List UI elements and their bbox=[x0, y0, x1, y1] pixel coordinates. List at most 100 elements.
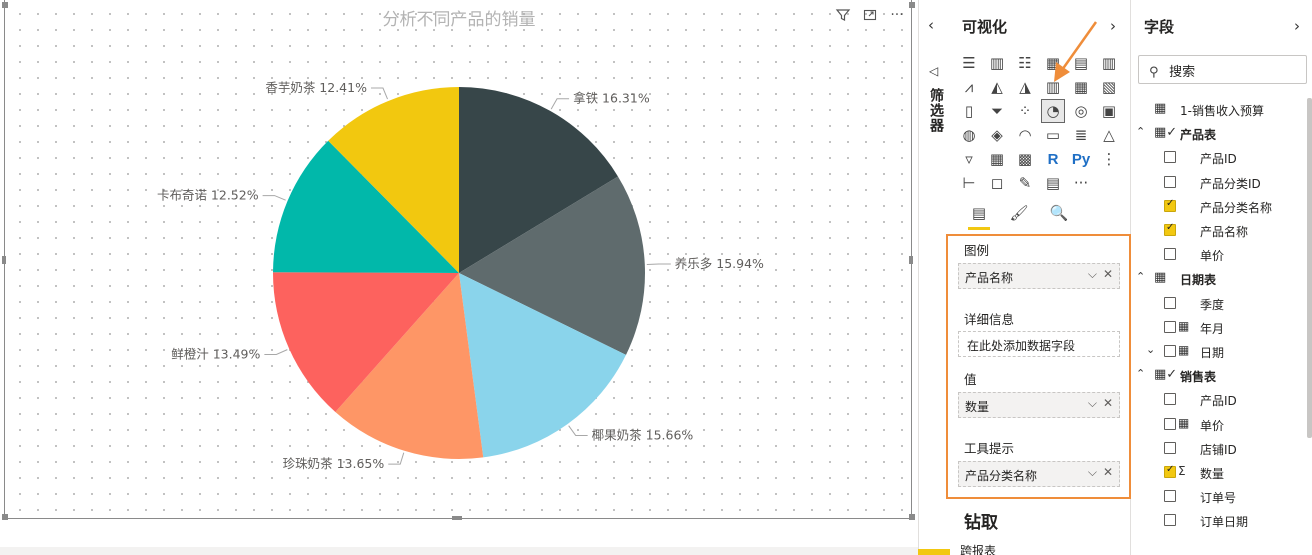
field-checkbox[interactable] bbox=[1164, 417, 1176, 430]
field-checkbox[interactable] bbox=[1164, 151, 1176, 164]
field-checkbox[interactable] bbox=[1164, 514, 1176, 527]
field-item[interactable]: 产品名称 bbox=[1132, 220, 1304, 242]
chevron-up-icon[interactable]: ⌃ bbox=[1136, 125, 1148, 138]
chevron-down-icon[interactable]: ⌵ bbox=[1088, 396, 1097, 411]
filters-label[interactable]: 筛选器 bbox=[926, 88, 946, 133]
field-item[interactable]: ⌄ ▦ 日期 bbox=[1132, 341, 1304, 363]
resize-handle-left[interactable] bbox=[2, 256, 6, 264]
table-node[interactable]: ⌃ ▦✓ 产品表 bbox=[1132, 123, 1304, 145]
field-checkbox[interactable] bbox=[1164, 222, 1176, 236]
pie-chart-icon[interactable]: ◔ bbox=[1041, 99, 1065, 123]
field-name: 年月 bbox=[1200, 321, 1225, 336]
chevron-up-icon[interactable]: ⌃ bbox=[1136, 367, 1148, 380]
fields-scrollbar[interactable] bbox=[1307, 98, 1312, 438]
field-name: 店铺ID bbox=[1200, 442, 1237, 457]
field-item[interactable]: 产品分类名称 bbox=[1132, 196, 1304, 218]
values-well-field[interactable]: 数量 ⌵ ✕ bbox=[958, 392, 1120, 418]
matrix-icon[interactable]: ▩ bbox=[1014, 148, 1036, 170]
table-node[interactable]: ⌃ ▦✓ 销售表 bbox=[1132, 365, 1304, 387]
field-checkbox[interactable] bbox=[1164, 248, 1176, 261]
chevron-down-icon[interactable]: ⌄ bbox=[1146, 343, 1158, 356]
field-checkbox[interactable] bbox=[1164, 175, 1176, 188]
field-item[interactable]: 产品分类ID bbox=[1132, 172, 1304, 194]
collapse-chevron-icon[interactable]: ‹ bbox=[928, 16, 934, 34]
field-checkbox[interactable] bbox=[1164, 464, 1176, 478]
field-item[interactable]: 产品ID bbox=[1132, 147, 1304, 169]
remove-field-icon[interactable]: ✕ bbox=[1103, 465, 1113, 479]
scatter-icon[interactable]: ⁘ bbox=[1014, 100, 1036, 122]
decomposition-tree-icon[interactable]: ⊢ bbox=[958, 172, 980, 194]
field-item[interactable]: 单价 bbox=[1132, 244, 1304, 266]
legend-well-field[interactable]: 产品名称 ⌵ ✕ bbox=[958, 263, 1120, 289]
chevron-down-icon[interactable]: ⌵ bbox=[1088, 465, 1097, 480]
chevron-right-icon[interactable]: › bbox=[1294, 17, 1300, 35]
r-visual-icon[interactable]: R bbox=[1042, 148, 1064, 170]
details-well-label: 详细信息 bbox=[964, 312, 1015, 327]
field-checkbox[interactable] bbox=[1164, 345, 1176, 357]
chevron-down-icon[interactable]: ⌵ bbox=[1088, 267, 1097, 282]
python-visual-icon[interactable]: Py bbox=[1070, 148, 1092, 170]
field-item[interactable]: ▦ 年月 bbox=[1132, 317, 1304, 339]
donut-chart-icon[interactable]: ◎ bbox=[1070, 100, 1092, 122]
resize-handle-top-right[interactable] bbox=[909, 2, 915, 8]
treemap-icon[interactable]: ▣ bbox=[1098, 100, 1120, 122]
field-name: 日期 bbox=[1200, 346, 1225, 360]
fields-tab-icon[interactable]: ▤ bbox=[968, 202, 990, 230]
remove-field-icon[interactable]: ✕ bbox=[1103, 267, 1113, 281]
qa-icon[interactable]: ◻ bbox=[986, 172, 1008, 194]
resize-handle-top-left[interactable] bbox=[2, 2, 8, 8]
analytics-tab-icon[interactable]: 🔍 bbox=[1048, 202, 1070, 224]
field-item[interactable]: 订单号 bbox=[1132, 486, 1304, 508]
map-icon[interactable]: ◍ bbox=[958, 124, 980, 146]
resize-handle-right[interactable] bbox=[909, 256, 913, 264]
field-name: 季度 bbox=[1200, 297, 1225, 312]
field-item[interactable]: 店铺ID bbox=[1132, 438, 1304, 460]
resize-handle-bottom-right[interactable] bbox=[909, 514, 915, 520]
field-item[interactable]: 季度 bbox=[1132, 293, 1304, 315]
table-node[interactable]: ⌃ ▦ 日期表 bbox=[1132, 268, 1304, 290]
key-influencers-icon[interactable]: ⋮ bbox=[1098, 148, 1120, 170]
more-visuals-icon[interactable]: ··· bbox=[1070, 172, 1092, 194]
format-tab-icon[interactable]: 🖌 bbox=[1008, 202, 1030, 224]
field-name: 产品分类ID bbox=[1200, 176, 1261, 191]
filters-expand-icon[interactable]: ◁ bbox=[929, 64, 938, 78]
table-name: 销售表 bbox=[1180, 370, 1217, 385]
leader-line-1 bbox=[646, 263, 671, 266]
table-name: 日期表 bbox=[1180, 273, 1217, 288]
pie-chart-visual[interactable]: 分析不同产品的销量 ··· 拿铁 16.31% 养乐多 15.94% 椰果奶茶 15… bbox=[4, 0, 912, 519]
resize-handle-bottom[interactable] bbox=[452, 516, 462, 520]
field-checkbox[interactable] bbox=[1164, 393, 1176, 406]
field-item[interactable]: Σ 数量 bbox=[1132, 462, 1304, 484]
card-icon[interactable]: ▭ bbox=[1042, 124, 1064, 146]
field-checkbox[interactable] bbox=[1164, 441, 1176, 454]
chevron-up-icon[interactable]: ⌃ bbox=[1136, 270, 1148, 283]
pie-data-label-6: 香芋奶茶 12.41% bbox=[265, 80, 367, 95]
funnel-icon[interactable]: ⏷ bbox=[986, 100, 1008, 122]
paginated-report-icon[interactable]: ▤ bbox=[1042, 172, 1064, 194]
details-well-dropzone[interactable]: 在此处添加数据字段 bbox=[958, 331, 1120, 357]
search-icon: ⚲ bbox=[1149, 65, 1159, 80]
field-item[interactable]: ▦ 单价 bbox=[1132, 414, 1304, 436]
gauge-icon[interactable]: ◠ bbox=[1014, 124, 1036, 146]
filled-map-icon[interactable]: ◈ bbox=[986, 124, 1008, 146]
waterfall-icon[interactable]: ▯ bbox=[958, 100, 980, 122]
remove-field-icon[interactable]: ✕ bbox=[1103, 396, 1113, 410]
field-item[interactable]: 产品ID bbox=[1132, 389, 1304, 411]
slicer-icon[interactable]: ▿ bbox=[958, 148, 980, 170]
multirow-card-icon[interactable]: ≣ bbox=[1070, 124, 1092, 146]
tooltips-well-field[interactable]: 产品分类名称 ⌵ ✕ bbox=[958, 461, 1120, 487]
kpi-icon[interactable]: △ bbox=[1098, 124, 1120, 146]
field-item[interactable]: 订单日期 bbox=[1132, 510, 1304, 532]
field-checkbox[interactable] bbox=[1164, 490, 1176, 503]
table-icon[interactable]: ▦ bbox=[986, 148, 1008, 170]
tooltips-field-name: 产品分类名称 bbox=[965, 469, 1038, 483]
field-checkbox[interactable] bbox=[1164, 198, 1176, 212]
smart-narrative-icon[interactable]: ✎ bbox=[1014, 172, 1036, 194]
table-node[interactable]: ▦ 1-销售收入预算 bbox=[1132, 99, 1304, 121]
field-checkbox[interactable] bbox=[1164, 320, 1176, 333]
field-name: 单价 bbox=[1200, 418, 1225, 433]
fields-search-input[interactable]: ⚲ 搜索 bbox=[1138, 55, 1307, 84]
field-checkbox[interactable] bbox=[1164, 296, 1176, 309]
resize-handle-bottom-left[interactable] bbox=[2, 514, 8, 520]
leader-line-5 bbox=[262, 195, 286, 201]
